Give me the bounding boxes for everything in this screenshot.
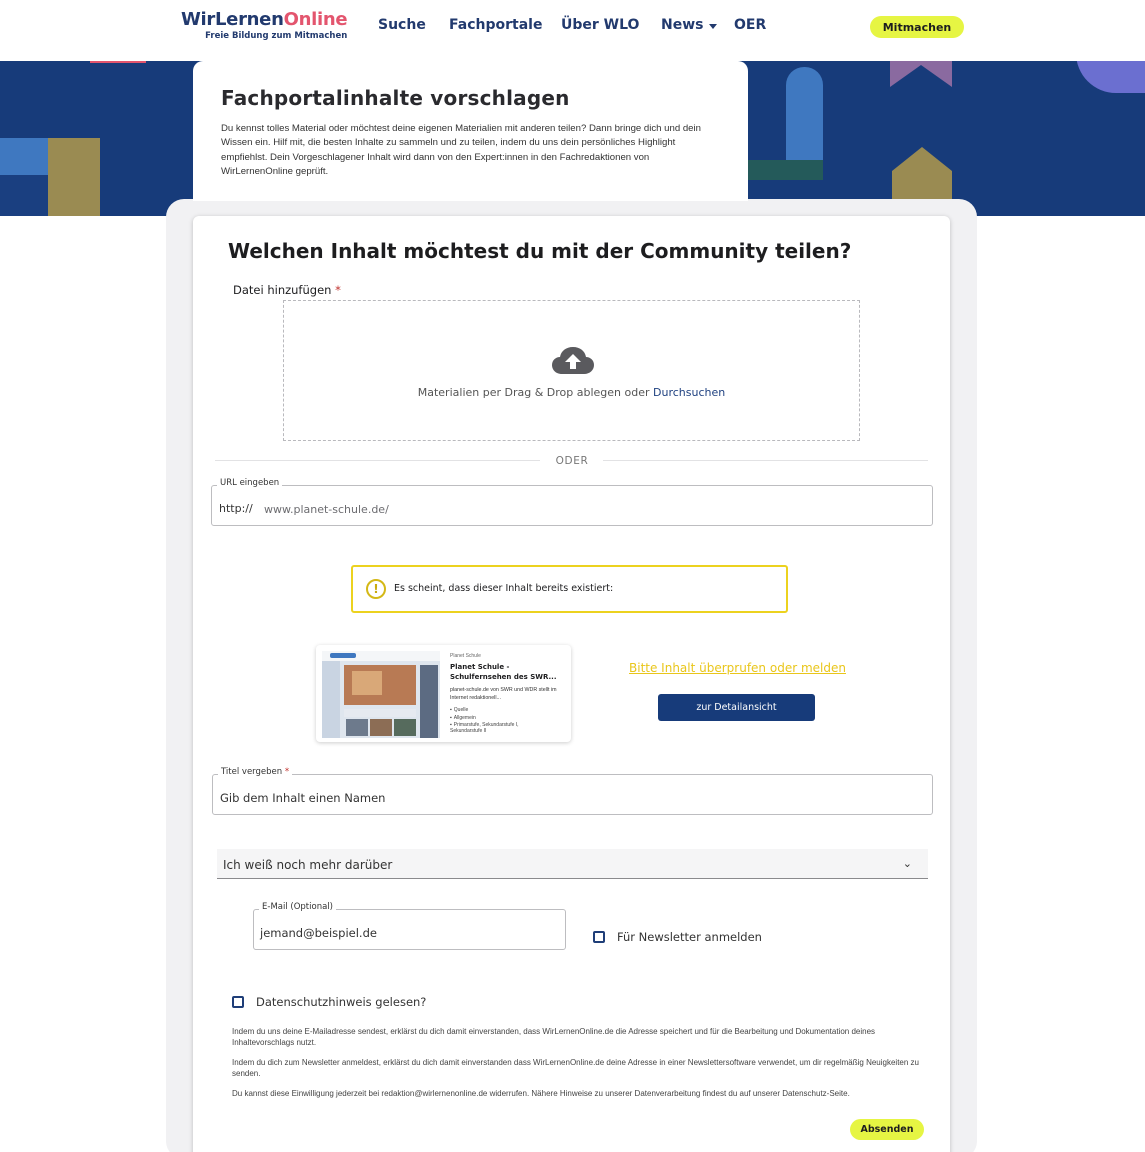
content-meta-level-text: Primarstufe, Sekundarstufe I, Sekundarst… — [450, 722, 519, 734]
decor-shape — [90, 61, 146, 63]
decor-shape — [890, 61, 952, 87]
chevron-down-icon: ⌄ — [902, 857, 912, 870]
form-heading: Welchen Inhalt möchtest du mit der Commu… — [228, 239, 852, 263]
wlo-logo[interactable]: WirLernenOnline Freie Bildung zum Mitmac… — [181, 9, 348, 42]
browse-link[interactable]: Durchsuchen — [653, 386, 725, 399]
intro-text: Du kennst tolles Material oder möchtest … — [221, 123, 701, 178]
source-icon: ▪ — [450, 707, 452, 713]
decor-shape — [748, 160, 823, 180]
nav-item-suche[interactable]: Suche — [378, 17, 426, 33]
content-meta-level: ▪ Primarstufe, Sekundarstufe I, Sekundars… — [450, 722, 530, 734]
content-source: Planet Schule — [450, 653, 481, 659]
cloud-upload-icon — [552, 347, 594, 374]
content-meta-type-text: Allgemein — [453, 715, 476, 721]
file-upload-label: Datei hinzufügen * — [233, 283, 341, 297]
legal-text-newsletter: Indem du dich zum Newsletter anmeldest, … — [232, 1058, 920, 1078]
dropzone-instruction: Materialien per Drag & Drop ablegen oder — [417, 386, 650, 399]
title-field[interactable]: Titel vergeben * Gib dem Inhalt einen Na… — [212, 767, 933, 815]
decor-shape — [1076, 61, 1145, 93]
legal-text-email: Indem du uns deine E-Mailadresse sendest… — [232, 1027, 876, 1047]
content-meta-type: ▪ Allgemein — [450, 715, 476, 721]
nav-item-oer[interactable]: OER — [734, 17, 766, 33]
title-field-label-text: Titel vergeben — [221, 767, 283, 777]
content-thumbnail — [322, 651, 440, 738]
decor-shape — [786, 67, 823, 167]
chevron-down-icon[interactable] — [709, 24, 717, 29]
dropzone-text: Materialien per Drag & Drop ablegen oder… — [284, 386, 859, 399]
logo-tagline: Freie Bildung zum Mitmachen — [205, 31, 348, 41]
decor-shape — [0, 138, 48, 175]
logo-part-1: WirLernen — [181, 9, 284, 30]
privacy-checkbox[interactable] — [232, 996, 244, 1008]
url-input[interactable]: www.planet-schule.de/ — [264, 503, 389, 516]
existing-content-card[interactable]: Planet Schule Planet Schule - Schulferns… — [316, 645, 571, 742]
email-field-label: E-Mail (Optional) — [259, 902, 336, 912]
duplicate-warning: ! Es scheint, dass dieser Inhalt bereits… — [351, 565, 788, 613]
content-description: planet-schule.de von SWR und WDR stellt … — [450, 687, 557, 701]
title-input[interactable]: Gib dem Inhalt einen Namen — [220, 791, 385, 805]
nav-item-ueber-wlo[interactable]: Über WLO — [561, 17, 639, 33]
content-meta-source: ▪ Quelle — [450, 707, 468, 713]
content-meta-source-text: Quelle — [453, 707, 469, 713]
url-field[interactable]: URL eingeben http:// www.planet-schule.d… — [211, 478, 933, 526]
review-or-report-link[interactable]: Bitte Inhalt überprufen oder melden — [629, 661, 846, 675]
file-upload-label-text: Datei hinzufügen — [233, 283, 332, 297]
logo-part-2: Online — [283, 9, 348, 30]
newsletter-label[interactable]: Für Newsletter anmelden — [617, 930, 762, 944]
required-mark: * — [284, 767, 290, 777]
detail-view-button[interactable]: zur Detailansicht — [658, 694, 815, 721]
newsletter-checkbox[interactable] — [593, 931, 605, 943]
nav-item-fachportale[interactable]: Fachportale — [449, 17, 542, 33]
duplicate-warning-text: Es scheint, dass dieser Inhalt bereits e… — [394, 583, 614, 594]
content-title: Planet Schule - Schulfernsehen des SWR..… — [450, 663, 557, 681]
email-field[interactable]: E-Mail (Optional) jemand@beispiel.de — [253, 902, 566, 950]
divider — [215, 460, 540, 461]
decor-shape — [48, 138, 100, 216]
more-info-label: Ich weiß noch mehr darüber — [223, 858, 393, 872]
email-input[interactable]: jemand@beispiel.de — [260, 926, 377, 940]
privacy-label[interactable]: Datenschutzhinweis gelesen? — [256, 995, 426, 1009]
page-title: Fachportalinhalte vorschlagen — [221, 86, 570, 110]
url-field-label: URL eingeben — [217, 478, 283, 488]
submit-button[interactable]: Absenden — [850, 1119, 924, 1140]
required-mark: * — [335, 283, 341, 297]
title-field-label: Titel vergeben * — [218, 767, 293, 777]
more-info-expander[interactable]: Ich weiß noch mehr darüber ⌄ — [217, 849, 928, 879]
divider — [603, 460, 928, 461]
or-separator: ODER — [555, 455, 589, 467]
category-icon: ▪ — [450, 715, 452, 721]
mitmachen-button[interactable]: Mitmachen — [870, 16, 964, 38]
warning-icon: ! — [366, 579, 386, 599]
file-dropzone[interactable]: Materialien per Drag & Drop ablegen oder… — [283, 300, 860, 441]
intro-card: Fachportalinhalte vorschlagen Du kennst … — [193, 61, 748, 201]
logo-wordmark: WirLernenOnline — [181, 9, 348, 30]
url-prefix: http:// — [219, 502, 253, 515]
site-header: WirLernenOnline Freie Bildung zum Mitmac… — [0, 0, 1145, 61]
legal-text-revoke: Du kannst diese Einwilligung jederzeit b… — [232, 1089, 850, 1098]
decor-shape — [0, 175, 48, 216]
nav-item-news[interactable]: News — [661, 17, 703, 33]
